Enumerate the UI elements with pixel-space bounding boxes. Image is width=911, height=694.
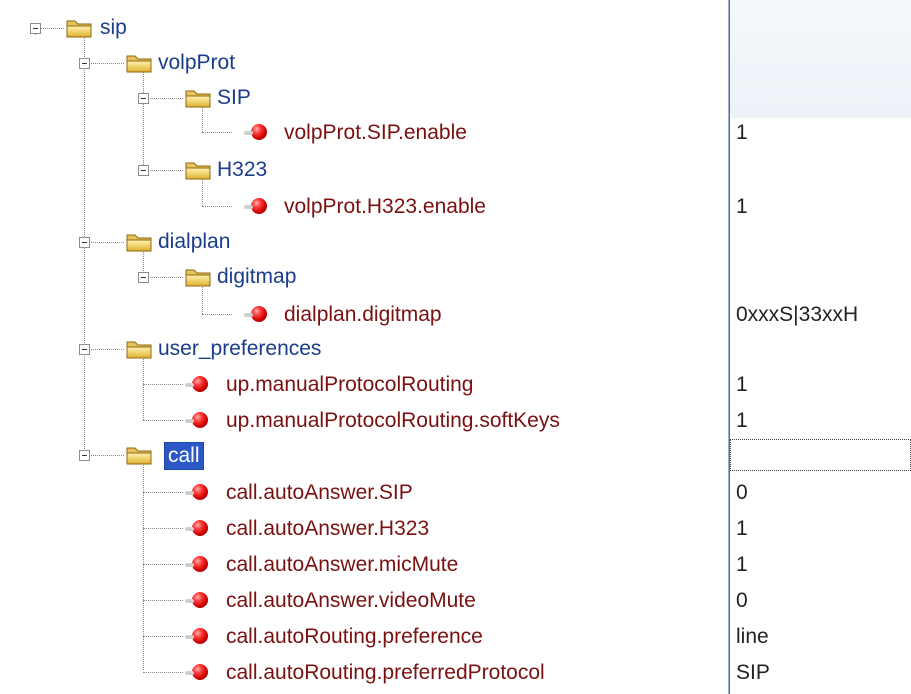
tree-connector: [143, 600, 183, 601]
value-call-autoanswer-h323[interactable]: 1: [736, 516, 748, 542]
red-ball-icon: [185, 592, 208, 608]
tree-leaf-up-manual-protocol-routing-softkeys[interactable]: up.manualProtocolRouting.softKeys: [226, 408, 560, 434]
value-pane: 1 1 0xxxS|33xxH 1 1 0 1 1 0 line SIP: [730, 0, 911, 694]
tree-leaf-call-autoanswer-sip[interactable]: call.autoAnswer.SIP: [226, 480, 413, 506]
collapse-toggle-voipprot[interactable]: [79, 58, 90, 69]
collapse-toggle-call[interactable]: [79, 450, 90, 461]
red-ball-icon: [185, 484, 208, 500]
tree-node-sip[interactable]: sip: [100, 15, 127, 41]
value-call-autoanswer-micmute[interactable]: 1: [736, 552, 748, 578]
tree-connector: [143, 672, 183, 673]
value-voipprot-sip-enable[interactable]: 1: [736, 120, 748, 146]
tree-leaf-call-autorouting-preference[interactable]: call.autoRouting.preference: [226, 624, 483, 650]
tree-connector: [143, 65, 144, 173]
tree-leaf-dialplan-digitmap[interactable]: dialplan.digitmap: [284, 302, 442, 328]
tree-connector: [143, 528, 183, 529]
value-call-autorouting-preference[interactable]: line: [736, 624, 769, 650]
tree-node-voipprot[interactable]: volpProt: [158, 50, 235, 76]
tree-pane: sip volpProt SIP volpProt.SIP.enable H32…: [0, 0, 730, 694]
folder-icon: [185, 162, 211, 180]
value-pane-header-area: [730, 0, 911, 118]
tree-connector: [202, 206, 232, 207]
red-ball-icon: [185, 556, 208, 572]
tree-connector: [143, 384, 183, 385]
value-dialplan-digitmap[interactable]: 0xxxS|33xxH: [736, 302, 858, 328]
collapse-toggle-sip-sub[interactable]: [138, 93, 149, 104]
collapse-toggle-digitmap[interactable]: [138, 272, 149, 283]
red-ball-icon: [244, 306, 267, 322]
tree-leaf-call-autoanswer-h323[interactable]: call.autoAnswer.H323: [226, 516, 429, 542]
value-up-manual-protocol-routing-softkeys[interactable]: 1: [736, 408, 748, 434]
folder-icon: [126, 55, 152, 73]
red-ball-icon: [185, 520, 208, 536]
tree-connector: [143, 564, 183, 565]
tree-leaf-call-autoanswer-micmute[interactable]: call.autoAnswer.micMute: [226, 552, 458, 578]
red-ball-icon: [185, 628, 208, 644]
tree-leaf-voipprot-sip-enable[interactable]: volpProt.SIP.enable: [284, 120, 467, 146]
tree-leaf-voipprot-h323-enable[interactable]: volpProt.H323.enable: [284, 194, 486, 220]
tree-node-h323[interactable]: H323: [217, 157, 267, 183]
tree-leaf-call-autoanswer-videomute[interactable]: call.autoAnswer.videoMute: [226, 588, 476, 614]
tree-node-digitmap[interactable]: digitmap: [217, 264, 296, 290]
tree-connector: [143, 636, 183, 637]
tree-connector: [84, 63, 124, 64]
folder-icon: [126, 341, 152, 359]
tree-node-sip-sub[interactable]: SIP: [217, 85, 251, 111]
tree-node-user-preferences[interactable]: user_preferences: [158, 336, 321, 362]
red-ball-icon: [185, 376, 208, 392]
collapse-toggle-h323[interactable]: [138, 165, 149, 176]
tree-connector: [143, 277, 183, 278]
tree-connector: [84, 242, 124, 243]
tree-node-call[interactable]: call: [164, 442, 204, 470]
tree-connector: [143, 492, 183, 493]
value-edit-cell[interactable]: [730, 439, 911, 471]
tree-leaf-up-manual-protocol-routing[interactable]: up.manualProtocolRouting: [226, 372, 474, 398]
tree-connector: [143, 170, 183, 171]
value-up-manual-protocol-routing[interactable]: 1: [736, 372, 748, 398]
folder-icon: [126, 447, 152, 465]
tree-connector: [143, 98, 183, 99]
folder-icon: [185, 269, 211, 287]
collapse-toggle-dialplan[interactable]: [79, 237, 90, 248]
red-ball-icon: [244, 124, 267, 140]
red-ball-icon: [185, 664, 208, 680]
collapse-toggle-user-preferences[interactable]: [79, 344, 90, 355]
red-ball-icon: [244, 198, 267, 214]
folder-icon: [66, 20, 92, 38]
red-ball-icon: [185, 412, 208, 428]
tree-connector: [84, 455, 124, 456]
tree-node-dialplan[interactable]: dialplan: [158, 229, 230, 255]
value-call-autoanswer-sip[interactable]: 0: [736, 480, 748, 506]
value-voipprot-h323-enable[interactable]: 1: [736, 194, 748, 220]
tree-connector: [143, 420, 183, 421]
value-call-autoanswer-videomute[interactable]: 0: [736, 588, 748, 614]
tree-connector: [143, 352, 144, 420]
tree-connector: [84, 349, 124, 350]
tree-connector: [202, 314, 232, 315]
collapse-toggle-sip[interactable]: [30, 23, 41, 34]
value-call-autorouting-preferredprotocol[interactable]: SIP: [736, 660, 770, 686]
folder-icon: [126, 234, 152, 252]
tree-leaf-call-autorouting-preferredprotocol[interactable]: call.autoRouting.preferredProtocol: [226, 660, 545, 686]
tree-connector: [202, 132, 232, 133]
folder-icon: [185, 90, 211, 108]
